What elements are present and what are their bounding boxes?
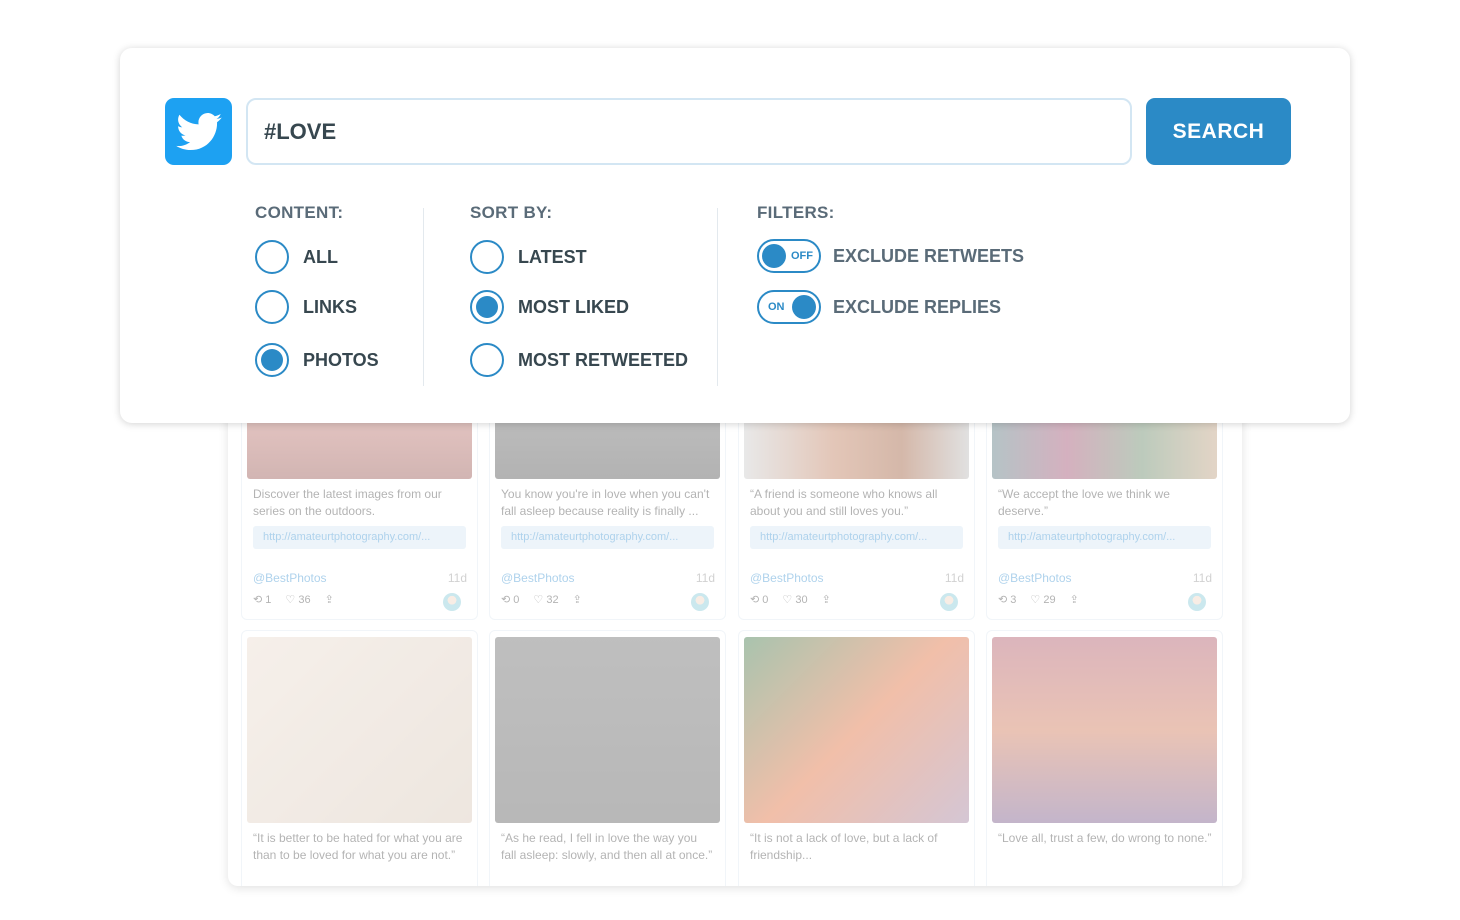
tweet-image [744, 637, 969, 823]
filter-exclude-replies[interactable]: ON EXCLUDE REPLIES [757, 290, 1001, 324]
like-count: 29 [1043, 594, 1056, 606]
tweet-image [247, 637, 472, 823]
like-icon[interactable]: ♡ 36 [285, 593, 310, 606]
option-label: MOST RETWEETED [518, 349, 688, 370]
retweet-count: 1 [265, 594, 272, 606]
divider [423, 208, 424, 386]
retweet-count: 0 [762, 594, 769, 606]
retweet-icon[interactable]: ⟲ 3 [998, 593, 1016, 606]
content-title: CONTENT: [255, 203, 344, 222]
search-input[interactable]: #LOVE [246, 98, 1132, 165]
filters-group: FILTERS: OFF EXCLUDE RETWEETS ON EXCLUDE… [757, 203, 1024, 324]
tweet-text: You know you're in love when you can't f… [501, 487, 710, 518]
avatar[interactable] [1188, 593, 1206, 611]
tweet-link[interactable]: http://amateurtphotography.com/... [253, 526, 466, 549]
tweet-link[interactable]: http://amateurtphotography.com/... [501, 526, 714, 549]
tweet-user[interactable]: @BestPhotos [501, 571, 575, 585]
like-count: 32 [546, 594, 559, 606]
toggle-off[interactable]: OFF [757, 239, 821, 273]
search-button[interactable]: SEARCH [1146, 98, 1291, 165]
radio-icon[interactable] [255, 290, 289, 324]
tweet-link[interactable]: http://amateurtphotography.com/... [750, 526, 963, 549]
retweet-count: 3 [1010, 594, 1017, 606]
avatar[interactable] [443, 593, 461, 611]
filter-label: EXCLUDE REPLIES [833, 296, 1002, 317]
filter-exclude-retweets[interactable]: OFF EXCLUDE RETWEETS [757, 239, 1024, 273]
tweet-age: 11d [447, 571, 467, 585]
tweet-text: “A friend is someone who knows all about… [750, 487, 938, 518]
share-icon[interactable]: ⇪ [1070, 593, 1079, 606]
tweet-card[interactable]: “We accept the love we think we deserve.… [986, 400, 1223, 620]
share-icon[interactable]: ⇪ [822, 593, 831, 606]
content-option-all[interactable]: ALL [255, 240, 338, 274]
tweet-image [495, 637, 720, 823]
like-count: 36 [298, 594, 311, 606]
like-icon[interactable]: ♡ 32 [533, 593, 558, 606]
tweet-image [992, 637, 1217, 823]
radio-icon[interactable] [470, 240, 504, 274]
tweet-text: Discover the latest images from our seri… [253, 487, 442, 518]
tweet-card[interactable]: “It is not a lack of love, but a lack of… [738, 630, 975, 886]
filter-label: EXCLUDE RETWEETS [833, 245, 1025, 266]
sort-title: SORT BY: [470, 203, 553, 222]
sort-group: SORT BY: LATEST MOST LIKED MOST RETWEETE… [470, 203, 688, 377]
tweet-card[interactable]: Discover the latest images from our seri… [241, 400, 478, 620]
radio-selected-icon[interactable] [255, 343, 289, 377]
toggle-on[interactable]: ON [757, 290, 821, 324]
like-icon[interactable]: ♡ 30 [782, 593, 807, 606]
avatar[interactable] [940, 593, 958, 611]
share-icon[interactable]: ⇪ [573, 593, 582, 606]
tweet-link[interactable]: http://amateurtphotography.com/... [998, 526, 1211, 549]
tweet-card[interactable]: “As he read, I fell in love the way you … [489, 630, 726, 886]
tweet-text: “As he read, I fell in love the way you … [501, 831, 713, 862]
option-label: ALL [303, 246, 338, 267]
retweet-icon[interactable]: ⟲ 0 [750, 593, 768, 606]
tweet-results-panel: Discover the latest images from our seri… [228, 400, 1242, 886]
sort-option-most-retweeted[interactable]: MOST RETWEETED [470, 343, 688, 377]
tweet-text: “It is better to be hated for what you a… [253, 831, 463, 862]
tweet-age: 11d [695, 571, 715, 585]
tweet-card[interactable]: “It is better to be hated for what you a… [241, 630, 478, 886]
tweet-card[interactable]: “A friend is someone who knows all about… [738, 400, 975, 620]
option-label: PHOTOS [303, 349, 379, 370]
content-option-links[interactable]: LINKS [255, 290, 357, 324]
search-panel: #LOVE SEARCH CONTENT: ALL LINKS PHOTOS S… [120, 48, 1350, 423]
sort-option-latest[interactable]: LATEST [470, 240, 587, 274]
retweet-icon[interactable]: ⟲ 1 [253, 593, 271, 606]
radio-icon[interactable] [255, 240, 289, 274]
like-count: 30 [795, 594, 808, 606]
tweet-card[interactable]: You know you're in love when you can't f… [489, 400, 726, 620]
like-icon[interactable]: ♡ 29 [1030, 593, 1055, 606]
tweet-text: “Love all, trust a few, do wrong to none… [998, 831, 1212, 845]
option-label: LATEST [518, 246, 587, 267]
radio-icon[interactable] [470, 343, 504, 377]
tweet-card[interactable]: “Love all, trust a few, do wrong to none… [986, 630, 1223, 886]
filters-title: FILTERS: [757, 203, 835, 222]
content-option-photos[interactable]: PHOTOS [255, 343, 379, 377]
share-icon[interactable]: ⇪ [325, 593, 334, 606]
option-label: LINKS [303, 296, 357, 317]
sort-option-most-liked[interactable]: MOST LIKED [470, 290, 629, 324]
divider [717, 208, 718, 386]
twitter-logo-icon [165, 98, 232, 165]
avatar[interactable] [691, 593, 709, 611]
tweet-text: “It is not a lack of love, but a lack of… [750, 831, 938, 862]
radio-selected-icon[interactable] [470, 290, 504, 324]
tweet-user[interactable]: @BestPhotos [750, 571, 824, 585]
tweet-age: 11d [1192, 571, 1212, 585]
tweet-user[interactable]: @BestPhotos [253, 571, 327, 585]
tweet-age: 11d [944, 571, 964, 585]
tweet-user[interactable]: @BestPhotos [998, 571, 1072, 585]
content-group: CONTENT: ALL LINKS PHOTOS [255, 203, 379, 377]
retweet-count: 0 [513, 594, 520, 606]
tweet-text: “We accept the love we think we deserve.… [998, 487, 1170, 518]
retweet-icon[interactable]: ⟲ 0 [501, 593, 519, 606]
option-label: MOST LIKED [518, 296, 629, 317]
